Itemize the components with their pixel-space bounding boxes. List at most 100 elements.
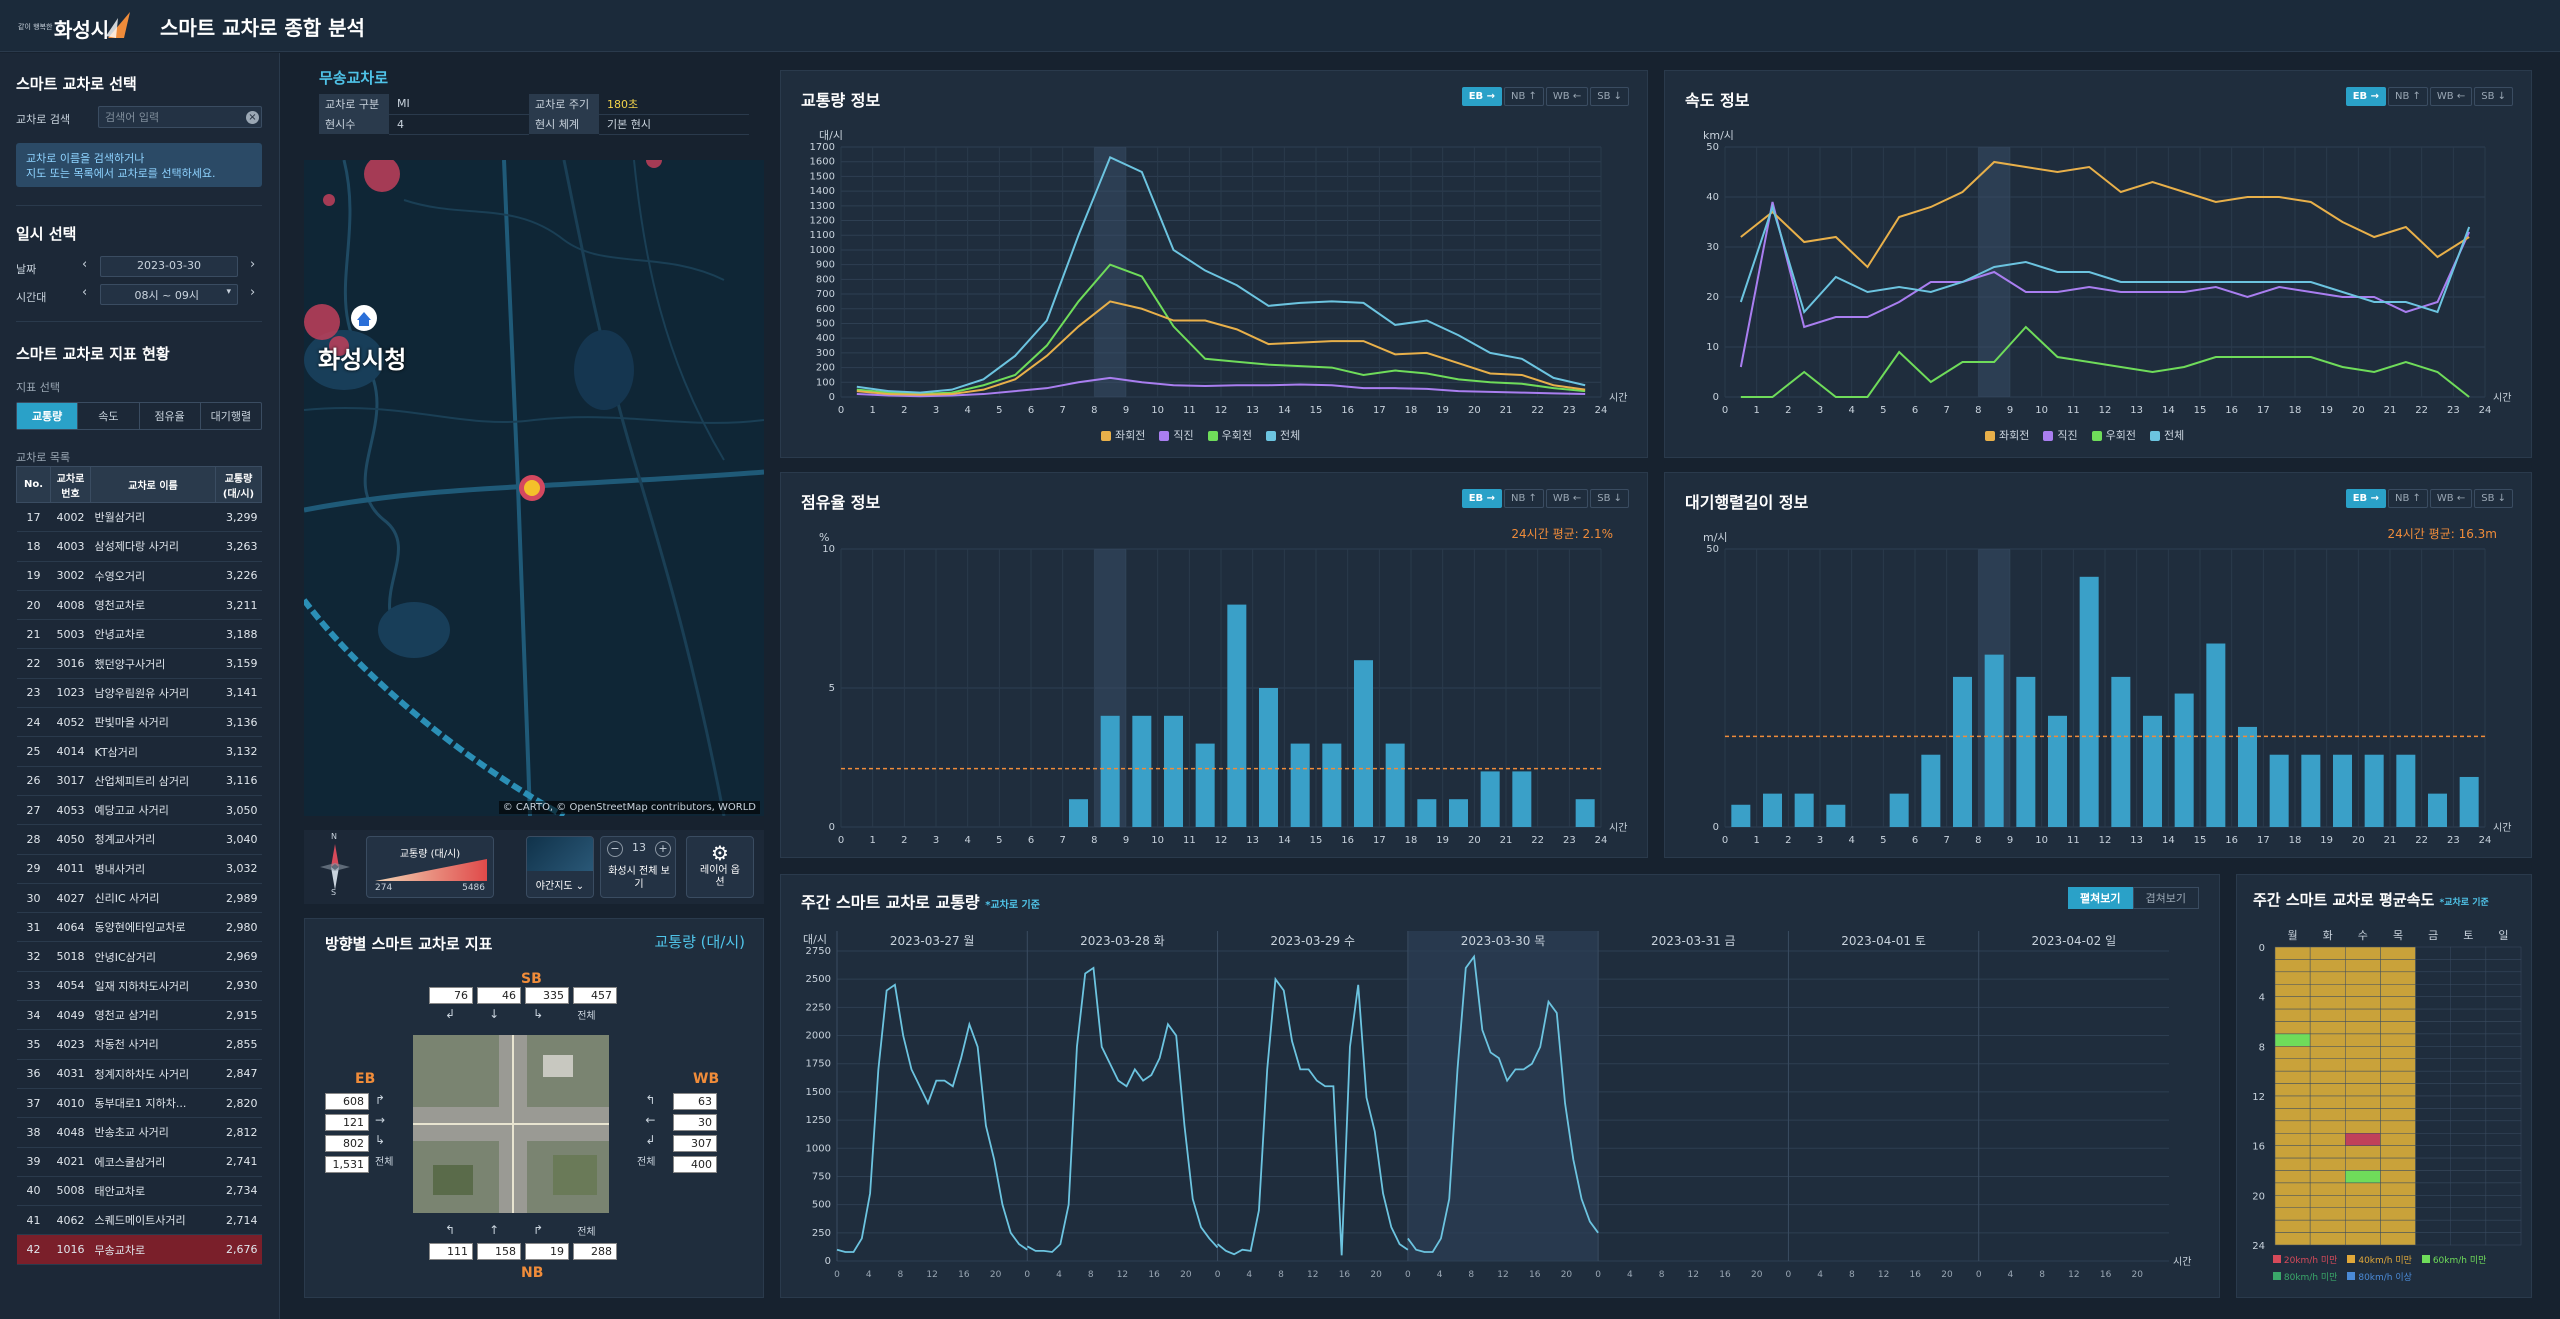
speed-chart-card: 속도 정보 EB → NB ↑ WB ← SB ↓ km/시 0 10 20 30 40 50 0 1… xyxy=(1664,70,2532,458)
cell-name: 영천교 삼거리 xyxy=(90,1000,216,1031)
full-view-button[interactable]: 화성시 전체 보기 xyxy=(607,865,671,891)
x-tick-label: 16 xyxy=(1910,1270,1922,1280)
heatmap-cell xyxy=(2309,1170,2346,1184)
cell-name: 차동천 사거리 xyxy=(90,1029,216,1060)
x-tick-label: 4 xyxy=(1627,1270,1633,1280)
legend-left[interactable]: 좌회전 xyxy=(1101,427,1145,443)
time-select[interactable]: 08시 ~ 09시 ▾ xyxy=(100,284,238,305)
bar xyxy=(2333,754,2352,827)
col-name[interactable]: 교차로 이름 xyxy=(90,466,216,503)
sb-total-label: 전체 xyxy=(577,1011,596,1022)
direction-metric: 교통량 (대/시) xyxy=(654,933,745,951)
heatmap-cell xyxy=(2485,1170,2522,1184)
table-row[interactable]: 32 5018 안녕IC삼거리 2,969 xyxy=(16,941,262,972)
time-prev-icon[interactable]: ‹ xyxy=(82,285,87,300)
x-tick-label: 12 xyxy=(1215,405,1228,416)
heatmap-cell xyxy=(2380,1207,2416,1221)
table-row[interactable]: 23 1023 남양우림원유 사거리 3,141 xyxy=(16,678,262,709)
col-volume[interactable]: 교통량 (대/시) xyxy=(215,466,262,503)
table-row[interactable]: 29 4011 병내사거리 3,032 xyxy=(16,854,262,884)
y-tick-label: 600 xyxy=(816,304,835,315)
date-field[interactable]: 2023-03-30 xyxy=(100,256,238,277)
legend-right[interactable]: 우회전 xyxy=(1207,427,1252,443)
heatmap-cell xyxy=(2450,1033,2487,1047)
weekly-speed-card: 주간 스마트 교차로 평균속도 *교차로 기준 월 화 수 목 금 토 일 0 4 8 12 16 20… xyxy=(2236,874,2532,1298)
search-input[interactable]: 검색어 입력 xyxy=(98,106,262,128)
heatmap-cell xyxy=(2415,1133,2451,1146)
zoom-out-button[interactable]: − xyxy=(607,841,623,857)
heatmap-cell xyxy=(2345,1008,2381,1022)
legend-under-60-label: 60km/h 미만 xyxy=(2432,1256,2487,1266)
table-row[interactable]: 25 4014 KT삼거리 3,132 xyxy=(16,736,262,767)
bar xyxy=(2206,643,2226,827)
city-logo[interactable]: 같이 행복한 화성시 xyxy=(18,8,138,44)
legend-total[interactable]: 전체 xyxy=(1266,427,1300,443)
heatmap-cell xyxy=(2274,1058,2311,1072)
layer-options-button[interactable]: ⚙ 레이어 옵션 xyxy=(686,836,754,898)
heatmap-cell xyxy=(2274,946,2311,960)
map-view[interactable]: 화성시청 © CARTO, © OpenStreetMap contributo… xyxy=(304,160,764,816)
table-row[interactable]: 39 4021 에코스쿨삼거리 2,741 xyxy=(16,1147,262,1177)
table-row[interactable]: 27 4053 예당고교 사거리 3,050 xyxy=(16,795,262,826)
table-row[interactable]: 42 1016 무송교차로 2,676 xyxy=(16,1234,262,1265)
table-row[interactable]: 34 4049 영천교 삼거리 2,915 xyxy=(16,1000,262,1031)
heatmap-cell xyxy=(2485,1058,2522,1072)
table-row[interactable]: 41 4062 스퀘드메이트사거리 2,714 xyxy=(16,1205,262,1236)
table-row[interactable]: 18 4003 삼성제다랑 사거리 3,263 xyxy=(16,531,262,562)
x-tick-label: 20 xyxy=(990,1270,1002,1280)
table-row[interactable]: 31 4064 동양현에타임교차로 2,980 xyxy=(16,912,262,943)
table-row[interactable]: 17 4002 반월삼거리 3,299 xyxy=(16,502,262,533)
map-canvas[interactable] xyxy=(304,160,764,816)
legend-total[interactable]: 전체 xyxy=(2150,427,2184,443)
tab-queue[interactable]: 대기행렬 xyxy=(201,403,261,429)
x-tick-label: 4 xyxy=(2008,1270,2014,1280)
table-row[interactable]: 35 4023 차동천 사거리 2,855 xyxy=(16,1029,262,1060)
y-tick-label: 50 xyxy=(1706,544,1719,555)
legend-straight[interactable]: 직진 xyxy=(1159,427,1194,443)
weekly-line-chart: 대/시0250500750100012501500175020002250250… xyxy=(803,931,2191,1280)
table-row[interactable]: 37 4010 동부대로1 지하차... 2,820 xyxy=(16,1088,262,1119)
bar xyxy=(1953,676,1972,827)
legend-right[interactable]: 우회전 xyxy=(2091,427,2136,443)
tab-volume[interactable]: 교통량 xyxy=(17,403,79,429)
tab-occupancy[interactable]: 점유율 xyxy=(140,403,201,429)
y-tick-label: 40 xyxy=(1706,192,1719,203)
time-next-icon[interactable]: › xyxy=(250,285,255,300)
date-prev-icon[interactable]: ‹ xyxy=(82,257,87,272)
table-row[interactable]: 38 4048 반송초교 사거리 2,812 xyxy=(16,1117,262,1148)
queue-chart-card: 대기행렬길이 정보 EB → NB ↑ WB ← SB ↓ 24시간 평균: 16.3… xyxy=(1664,472,2532,858)
basemap-selector[interactable]: 야간지도 ⌄ xyxy=(526,836,594,898)
table-row[interactable]: 40 5008 태안교차로 2,734 xyxy=(16,1176,262,1207)
clear-search-icon[interactable]: × xyxy=(246,111,259,124)
arrow-icon: ↓ xyxy=(489,1007,500,1021)
table-row[interactable]: 22 3016 했던양구사거리 3,159 xyxy=(16,648,262,679)
col-id[interactable]: 교차로 번호 xyxy=(50,466,91,503)
x-tick-label: 2 xyxy=(1785,835,1791,846)
cell-no: 31 xyxy=(16,912,51,943)
table-row[interactable]: 36 4031 청계지하차도 사거리 2,847 xyxy=(16,1059,262,1089)
date-next-icon[interactable]: › xyxy=(250,257,255,272)
speed-legend: 좌회전 직진 우회전 전체 xyxy=(1985,427,2184,443)
heatmap-cell xyxy=(2485,1095,2522,1109)
table-row[interactable]: 21 5003 안녕교차로 3,188 xyxy=(16,619,262,650)
table-row[interactable]: 26 3017 산업체피트리 삼거리 3,116 xyxy=(16,766,262,796)
heatmap-cell xyxy=(2380,1170,2416,1184)
table-row[interactable]: 33 4054 일재 지하차도사거리 2,930 xyxy=(16,971,262,1002)
legend-left[interactable]: 좌회전 xyxy=(1985,427,2029,443)
app-header: 같이 행복한 화성시 스마트 교차로 종합 분석 xyxy=(0,0,2560,52)
x-tick-label: 15 xyxy=(2194,405,2207,416)
col-no[interactable]: No. xyxy=(16,466,51,503)
table-row[interactable]: 24 4052 판빛마을 사거리 3,136 xyxy=(16,707,262,738)
x-tick-label: 8 xyxy=(1849,1270,1855,1280)
tab-speed[interactable]: 속도 xyxy=(78,403,140,429)
heatmap-cell xyxy=(2485,1182,2522,1196)
legend-straight[interactable]: 직진 xyxy=(2043,427,2078,443)
day-label: 2023-04-01 토 xyxy=(1841,934,1926,948)
heatmap-cell xyxy=(2450,1046,2487,1059)
table-row[interactable]: 28 4050 청계교사거리 3,040 xyxy=(16,824,262,855)
table-row[interactable]: 20 4008 영천교차로 3,211 xyxy=(16,590,262,621)
x-tick-label: 4 xyxy=(1817,1270,1823,1280)
zoom-in-button[interactable]: + xyxy=(655,841,671,857)
table-row[interactable]: 19 3002 수영오거리 3,226 xyxy=(16,561,262,591)
table-row[interactable]: 30 4027 신리IC 사거리 2,989 xyxy=(16,883,262,914)
